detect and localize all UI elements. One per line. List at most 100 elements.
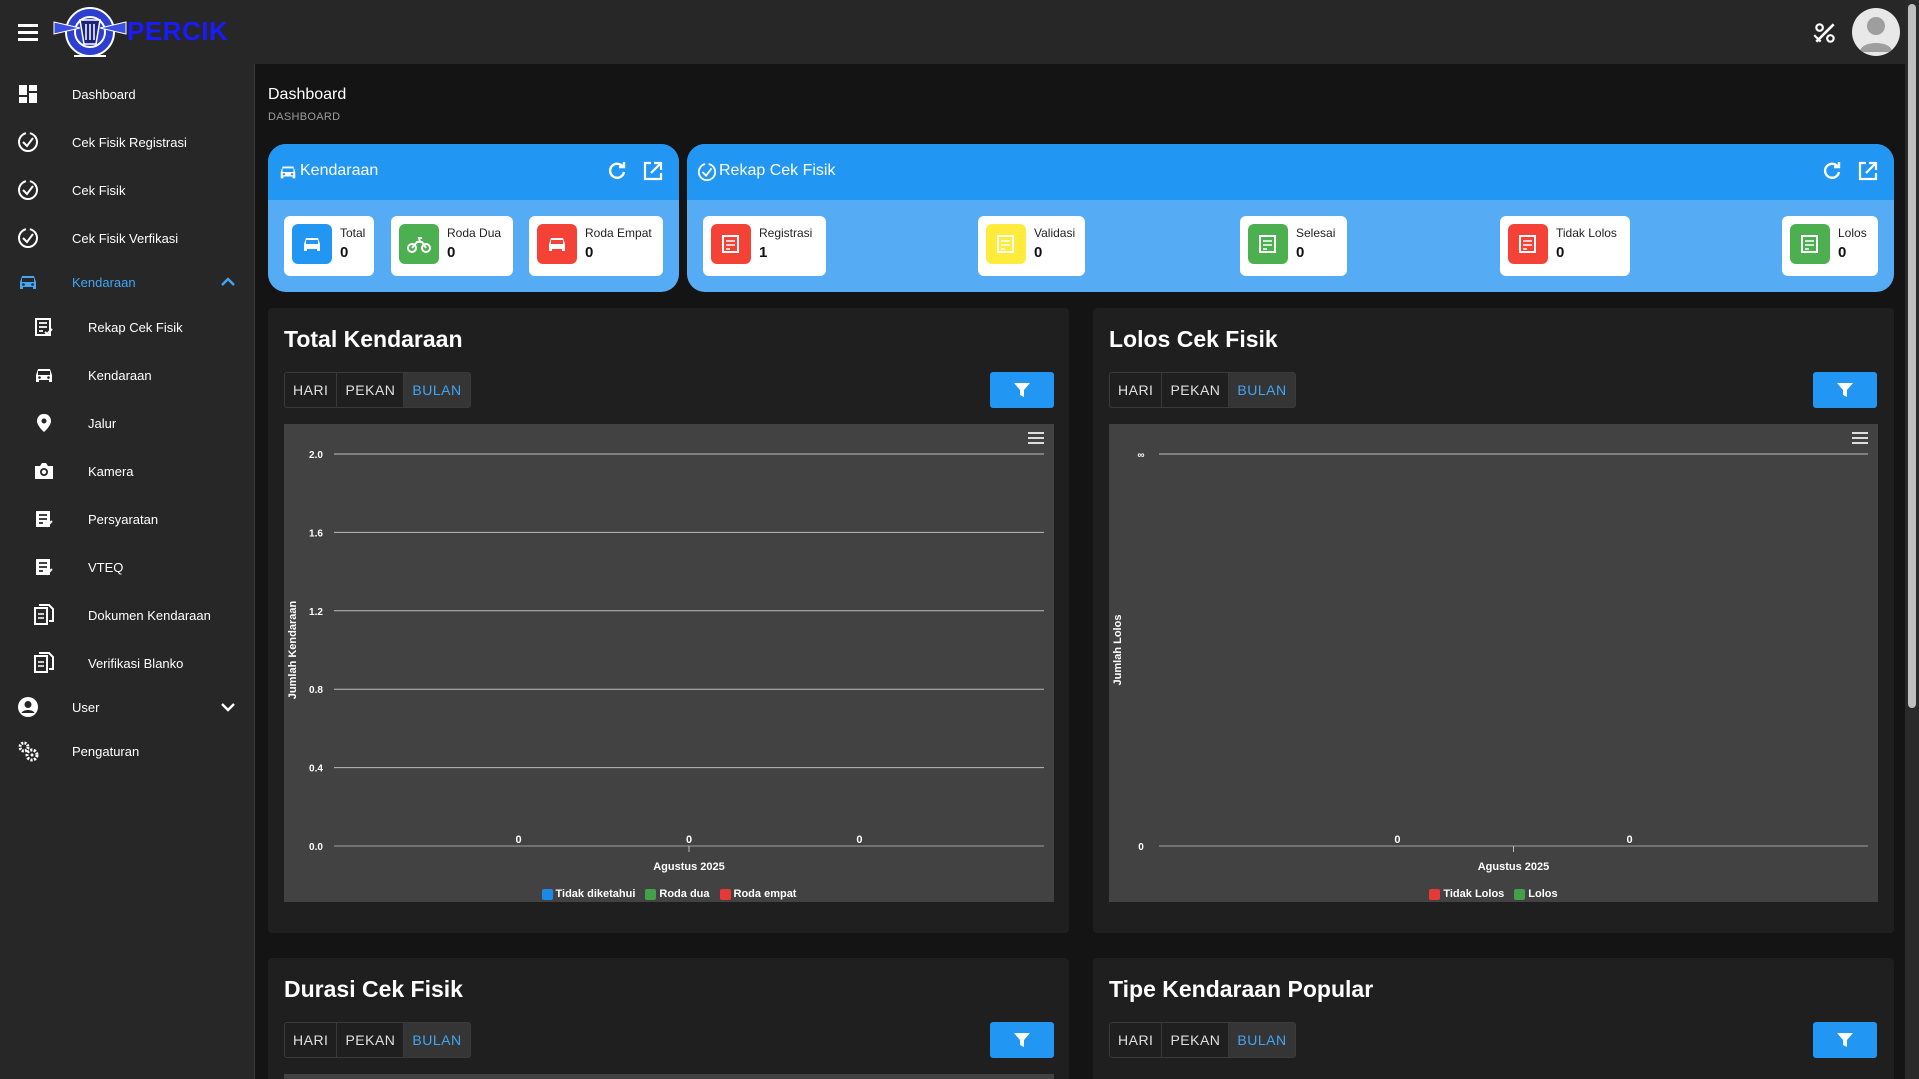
tab-bulan[interactable]: BULAN — [404, 1023, 470, 1057]
period-selector: HARI PEKAN BULAN — [284, 1022, 471, 1058]
sidebar-item-label: Dashboard — [72, 86, 136, 102]
tipe-kendaraan-popular-panel: Tipe Kendaraan Popular HARI PEKAN BULAN — [1093, 958, 1894, 1079]
sidebar-item-label: Rekap Cek Fisik — [88, 319, 183, 335]
chevron-down-icon[interactable] — [218, 697, 238, 717]
panel-title: Total Kendaraan — [284, 326, 463, 352]
legend-item[interactable]: Tidak Lolos — [1429, 888, 1504, 900]
car-icon — [32, 363, 56, 387]
sidebar-item-kendaraan[interactable]: Kendaraan — [0, 355, 255, 395]
sidebar-item-cek-fisik[interactable]: Cek Fisik — [0, 170, 255, 210]
tab-bulan[interactable]: BULAN — [404, 373, 470, 407]
chart-legend: Tidak Lolos Lolos — [1109, 888, 1878, 900]
x-tick-label: Agustus 2025 — [1478, 861, 1550, 873]
sidebar-item-kendaraan-group[interactable]: Kendaraan — [0, 262, 255, 302]
sidebar-item-label: Cek Fisik Verfikasi — [72, 230, 179, 246]
sidebar-item-dokumen-kendaraan[interactable]: Dokumen Kendaraan — [0, 595, 255, 635]
sidebar-item-jalur[interactable]: Jalur — [0, 403, 255, 443]
list-check-icon — [1790, 224, 1830, 264]
legend-item[interactable]: Tidak diketahui — [541, 888, 636, 900]
period-selector: HARI PEKAN BULAN — [1109, 1022, 1296, 1058]
tab-bulan[interactable]: BULAN — [1229, 1023, 1295, 1057]
sidebar-item-persyaratan[interactable]: Persyaratan — [0, 499, 255, 539]
filter-icon — [1014, 1033, 1030, 1047]
stat-label: Tidak Lolos — [1556, 226, 1617, 240]
tab-pekan[interactable]: PEKAN — [337, 373, 405, 407]
sidebar-item-label: Verifikasi Blanko — [88, 655, 184, 671]
list-check-icon — [32, 507, 56, 531]
car-icon — [16, 270, 40, 294]
percik-logo — [53, 7, 127, 57]
legend-item[interactable]: Lolos — [1514, 888, 1558, 900]
sidebar-item-dashboard[interactable]: Dashboard — [0, 74, 255, 114]
data-label: 0 — [856, 834, 862, 846]
y-tick-label: 2.0 — [309, 450, 323, 461]
period-selector: HARI PEKAN BULAN — [284, 372, 471, 408]
legend-label: Lolos — [1528, 888, 1558, 900]
percent-icon[interactable] — [1812, 20, 1838, 46]
brand-name: PERCIK — [127, 16, 229, 46]
card-header: Rekap Cek Fisik — [687, 144, 1894, 200]
filter-icon — [1837, 1033, 1853, 1047]
tab-hari[interactable]: HARI — [285, 1023, 338, 1057]
sidebar-item-label: VTEQ — [88, 559, 124, 575]
legend-item[interactable]: Roda empat — [719, 888, 796, 900]
sidebar-item-label: Pengaturan — [72, 743, 140, 759]
data-label: 0 — [516, 834, 522, 846]
sidebar-item-kamera[interactable]: Kamera — [0, 451, 255, 491]
tab-pekan[interactable]: PEKAN — [1162, 1023, 1230, 1057]
sidebar-item-label: Persyaratan — [88, 511, 159, 527]
stat-selesai: Selesai 0 — [1240, 216, 1347, 276]
open-external-icon[interactable] — [1857, 160, 1879, 182]
filter-button[interactable] — [1813, 372, 1877, 408]
refresh-icon[interactable] — [606, 160, 628, 182]
legend-swatch — [1429, 888, 1441, 900]
tab-pekan[interactable]: PEKAN — [337, 1023, 405, 1057]
chart-svg: 0.0 0.4 0.8 1.2 1.6 2.0 Jumlah Kendaraan Agustu… — [287, 450, 1044, 873]
stat-label: Registrasi — [759, 226, 813, 240]
y-tick-label: 1.6 — [309, 528, 323, 539]
tab-hari[interactable]: HARI — [1110, 1023, 1163, 1057]
sidebar-item-cek-fisik-registrasi[interactable]: Cek Fisik Registrasi — [0, 122, 255, 162]
legend-swatch — [719, 888, 731, 900]
sidebar-item-label: Cek Fisik — [72, 182, 126, 198]
sidebar-item-vteq[interactable]: VTEQ — [0, 547, 255, 587]
open-external-icon[interactable] — [642, 160, 664, 182]
sidebar-item-rekap-cek-fisik[interactable]: Rekap Cek Fisik — [0, 307, 255, 347]
location-pin-icon — [32, 411, 56, 435]
legend-label: Tidak diketahui — [555, 888, 636, 900]
stat-value: 0 — [585, 244, 594, 261]
legend-label: Tidak Lolos — [1443, 888, 1505, 900]
list-check-icon — [32, 315, 56, 339]
lolos-cek-fisik-chart: 0 ∞ Jumlah Lolos Agustus 2025 0 0 Tidak Lolos… — [1109, 424, 1878, 902]
card-title: Rekap Cek Fisik — [719, 162, 836, 179]
tab-hari[interactable]: HARI — [285, 373, 338, 407]
breadcrumb: DASHBOARD — [268, 111, 341, 123]
filter-icon — [1014, 383, 1030, 397]
y-tick-label: 1.2 — [309, 607, 323, 618]
tab-hari[interactable]: HARI — [1110, 373, 1163, 407]
chevron-up-icon[interactable] — [218, 272, 238, 292]
list-check-icon — [32, 555, 56, 579]
stat-value: 0 — [1556, 244, 1565, 261]
menu-icon[interactable] — [16, 20, 40, 44]
sidebar-item-verifikasi-blanko[interactable]: Verifikasi Blanko — [0, 643, 255, 683]
sidebar-item-label: Kendaraan — [72, 274, 136, 290]
tab-bulan[interactable]: BULAN — [1229, 373, 1295, 407]
sidebar-item-label: User — [72, 699, 100, 715]
y-tick-label: ∞ — [1137, 450, 1144, 461]
refresh-icon[interactable] — [1821, 160, 1843, 182]
filter-button[interactable] — [990, 372, 1054, 408]
filter-button[interactable] — [1813, 1022, 1877, 1058]
car-icon — [280, 166, 296, 179]
tab-pekan[interactable]: PEKAN — [1162, 373, 1230, 407]
avatar[interactable] — [1852, 8, 1900, 56]
sidebar-item-cek-fisik-verfikasi[interactable]: Cek Fisik Verfikasi — [0, 218, 255, 258]
filter-button[interactable] — [990, 1022, 1054, 1058]
data-label: 0 — [1626, 834, 1632, 846]
sidebar-item-pengaturan[interactable]: Pengaturan — [0, 731, 255, 771]
sidebar-item-label: Kendaraan — [88, 367, 152, 383]
sidebar-item-user[interactable]: User — [0, 687, 255, 727]
scrollbar-thumb[interactable] — [1908, 4, 1916, 708]
legend-item[interactable]: Roda dua — [645, 888, 710, 900]
list-check-icon — [711, 224, 751, 264]
